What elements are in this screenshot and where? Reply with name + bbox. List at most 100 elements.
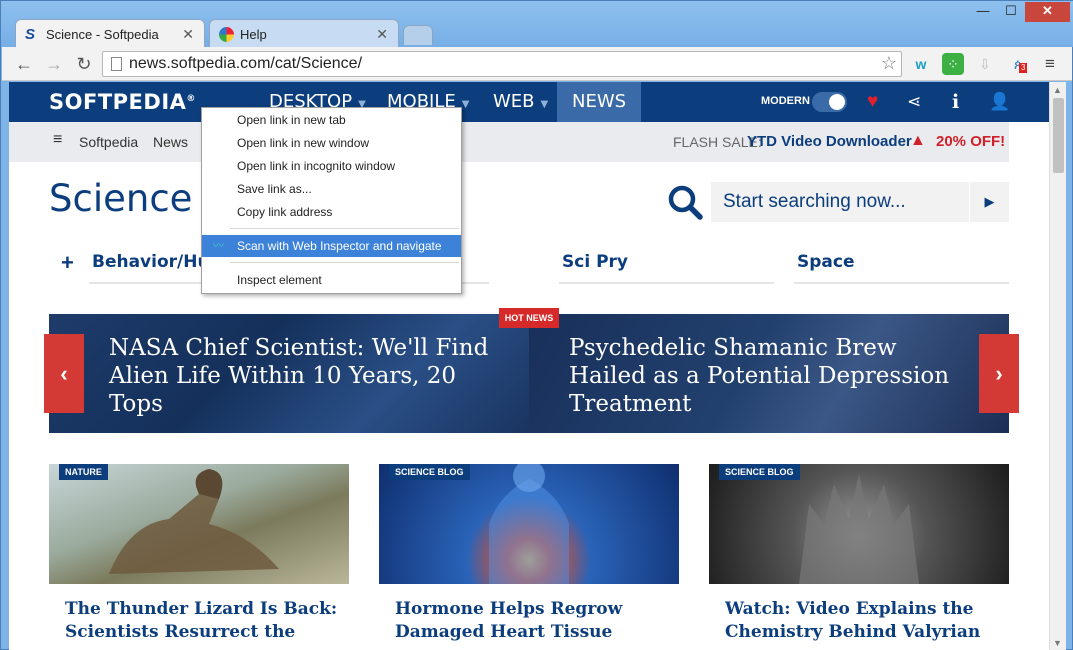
- forward-arrow-icon[interactable]: →: [42, 52, 66, 76]
- scroll-down-icon[interactable]: ▼: [1053, 638, 1062, 648]
- slide-title[interactable]: NASA Chief Scientist: We'll Find Alien L…: [109, 334, 509, 418]
- context-menu: Open link in new tab Open link in new wi…: [201, 107, 462, 294]
- category-underline: [559, 282, 774, 284]
- article-image-iron-throne[interactable]: [709, 464, 1009, 584]
- bookmark-star-icon[interactable]: ☆: [881, 53, 897, 74]
- maximize-button[interactable]: ☐: [997, 2, 1025, 22]
- plus-icon[interactable]: +: [61, 250, 74, 276]
- slide-nasa[interactable]: NASA Chief Scientist: We'll Find Alien L…: [49, 314, 529, 433]
- softpedia-logo[interactable]: SOFTPEDIA®: [49, 90, 196, 114]
- news-slider: NASA Chief Scientist: We'll Find Alien L…: [49, 314, 1009, 433]
- article-image-heart[interactable]: [379, 460, 679, 584]
- site-header: SOFTPEDIA® DESKTOP ▼ MOBILE ▼ WEB ▼ NEWS MO…: [9, 82, 1049, 122]
- search-placeholder: Start searching now...: [723, 191, 906, 212]
- article-title[interactable]: Watch: Video Explains the Chemistry Behi…: [725, 598, 1005, 644]
- article-title[interactable]: The Thunder Lizard Is Back: Scientists R…: [65, 598, 345, 644]
- flash-sale-discount[interactable]: 20% OFF!: [936, 133, 1005, 150]
- chevron-down-icon: ▼: [461, 99, 470, 110]
- address-bar[interactable]: news.softpedia.com/cat/Science/ ☆: [102, 51, 902, 77]
- hamburger-menu-icon[interactable]: ≡: [53, 131, 62, 149]
- search-submit-button[interactable]: ▶: [969, 182, 1009, 222]
- menu-open-new-tab[interactable]: Open link in new tab: [202, 109, 461, 131]
- tab-title: Help: [240, 27, 267, 42]
- menu-copy-link[interactable]: Copy link address: [202, 201, 461, 223]
- slider-prev-button[interactable]: ‹: [44, 334, 84, 413]
- article-image-dinosaur[interactable]: [49, 464, 349, 584]
- extension-badge: 3: [1019, 63, 1028, 73]
- search-icon[interactable]: [665, 182, 705, 222]
- browser-window: S Science - Softpedia ✕ Help ✕ — ☐ ✕ ← →…: [0, 0, 1073, 650]
- chevron-down-icon: ▼: [540, 99, 549, 110]
- chrome-menu-icon[interactable]: ≡: [1039, 53, 1061, 75]
- close-tab-icon[interactable]: ✕: [182, 26, 194, 43]
- grid-extension-icon[interactable]: ⁘: [942, 53, 964, 75]
- people-extension-icon[interactable]: ጰ3: [1007, 53, 1029, 75]
- flash-sale-title[interactable]: YTD Video Downloader: [747, 133, 912, 150]
- slide-psychedelic[interactable]: Psychedelic Shamanic Brew Hailed as a Po…: [529, 314, 1009, 433]
- tab-science-softpedia[interactable]: S Science - Softpedia ✕: [15, 19, 205, 47]
- tab-title: Science - Softpedia: [46, 27, 159, 42]
- page-title: Science: [49, 177, 193, 220]
- breadcrumb: ≡ Softpedia News FLASH SALE: YTD Video D…: [9, 122, 1009, 162]
- minimize-button[interactable]: —: [969, 2, 997, 22]
- nav-web[interactable]: WEB ▼: [493, 82, 548, 122]
- slider-next-button[interactable]: ›: [979, 334, 1019, 413]
- article-card[interactable]: SCIENCE BLOG Hormone Helps Regrow Damage…: [379, 460, 679, 650]
- category-tag[interactable]: SCIENCE BLOG: [389, 464, 470, 480]
- menu-item-label: Scan with Web Inspector and navigate: [237, 239, 442, 253]
- breadcrumb-news[interactable]: News: [153, 134, 188, 150]
- category-behavior[interactable]: Behavior/Hur: [92, 252, 218, 272]
- warning-icon: ▲: [910, 132, 926, 149]
- modern-toggle[interactable]: [812, 92, 847, 112]
- menu-separator: [230, 228, 459, 229]
- toggle-knob: [829, 94, 845, 110]
- url-text: news.softpedia.com/cat/Science/: [129, 55, 363, 72]
- category-underline: [794, 282, 1009, 284]
- close-tab-icon[interactable]: ✕: [376, 26, 388, 43]
- body-illustration: [489, 460, 569, 584]
- scrollbar-thumb[interactable]: [1053, 98, 1064, 173]
- reload-icon[interactable]: ↻: [72, 52, 96, 76]
- new-tab-button[interactable]: [403, 25, 433, 45]
- info-icon[interactable]: i: [952, 91, 959, 113]
- vertical-scrollbar[interactable]: ▲ ▼: [1049, 82, 1066, 650]
- throne-illustration: [799, 474, 919, 584]
- hot-news-badge: HOT NEWS: [499, 308, 559, 328]
- menu-open-incognito[interactable]: Open link in incognito window: [202, 155, 461, 177]
- category-space[interactable]: Space: [797, 252, 855, 272]
- user-icon[interactable]: 👤: [989, 91, 1010, 113]
- menu-open-new-window[interactable]: Open link in new window: [202, 132, 461, 154]
- tab-help[interactable]: Help ✕: [209, 19, 399, 47]
- web-inspector-extension-icon[interactable]: w: [910, 53, 932, 75]
- dinosaur-illustration: [109, 469, 279, 574]
- browser-toolbar: ← → ↻ news.softpedia.com/cat/Science/ ☆ …: [2, 47, 1072, 81]
- scroll-up-icon[interactable]: ▲: [1053, 85, 1062, 95]
- registered-mark: ®: [186, 94, 196, 104]
- nav-news[interactable]: NEWS: [557, 82, 642, 122]
- web-inspector-icon: 〰: [213, 240, 224, 252]
- title-bar: S Science - Softpedia ✕ Help ✕ — ☐ ✕: [1, 1, 1073, 47]
- share-icon[interactable]: ⋖: [907, 91, 921, 113]
- search-input[interactable]: Start searching now...: [711, 182, 1009, 222]
- menu-separator: [230, 262, 459, 263]
- modern-label: MODERN: [761, 95, 810, 107]
- chrome-help-icon: [219, 27, 234, 42]
- article-card[interactable]: NATURE The Thunder Lizard Is Back: Scien…: [49, 464, 349, 650]
- back-arrow-icon[interactable]: ←: [12, 52, 36, 76]
- article-title[interactable]: Hormone Helps Regrow Damaged Heart Tissu…: [395, 598, 675, 644]
- close-window-button[interactable]: ✕: [1025, 2, 1070, 22]
- menu-save-link[interactable]: Save link as...: [202, 178, 461, 200]
- menu-scan-web-inspector[interactable]: 〰 Scan with Web Inspector and navigate: [202, 235, 461, 257]
- slide-title[interactable]: Psychedelic Shamanic Brew Hailed as a Po…: [569, 334, 969, 418]
- softpedia-s-icon: S: [25, 26, 36, 43]
- breadcrumb-softpedia[interactable]: Softpedia: [79, 134, 138, 150]
- page-icon: [111, 57, 122, 71]
- category-sci-pry[interactable]: Sci Pry: [562, 252, 628, 272]
- article-card[interactable]: SCIENCE BLOG Watch: Video Explains the C…: [709, 464, 1009, 650]
- heart-icon[interactable]: ♥: [867, 91, 878, 113]
- category-tag[interactable]: SCIENCE BLOG: [719, 464, 800, 480]
- page-viewport: SOFTPEDIA® DESKTOP ▼ MOBILE ▼ WEB ▼ NEWS MO…: [9, 82, 1049, 650]
- download-extension-icon[interactable]: ⇩: [974, 53, 996, 75]
- category-tag[interactable]: NATURE: [59, 464, 108, 480]
- menu-inspect-element[interactable]: Inspect element: [202, 269, 461, 291]
